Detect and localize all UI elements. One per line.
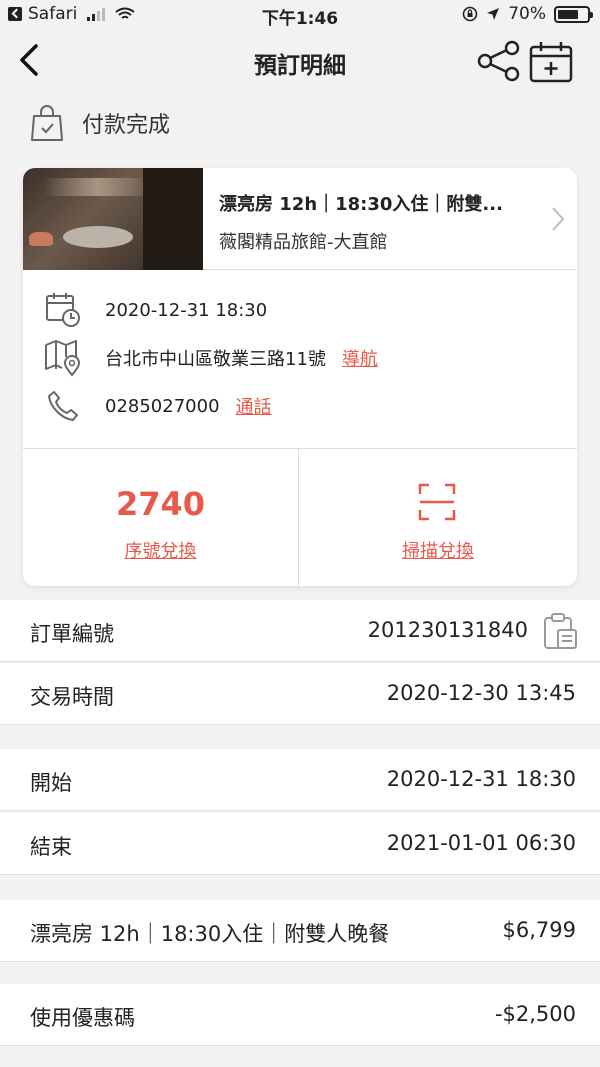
room-name: 漂亮房 12h｜18:30入住｜附雙... xyxy=(219,194,503,215)
booking-date-row: 2020-12-31 18:30 xyxy=(43,290,267,330)
item-label: 漂亮房 12h｜18:30入住｜附雙人晚餐 xyxy=(30,922,390,946)
scan-redeem-button[interactable]: 掃描兌換 xyxy=(299,537,577,563)
booking-card: 漂亮房 12h｜18:30入住｜附雙... 薇閣精品旅館-大直館 2020-12… xyxy=(23,168,577,586)
share-button[interactable] xyxy=(476,40,522,82)
battery-fill xyxy=(558,9,578,19)
navigate-link[interactable]: 導航 xyxy=(342,345,378,371)
start-row: 開始 2020-12-31 18:30 xyxy=(0,749,600,811)
location-icon xyxy=(487,8,500,20)
item-row: 漂亮房 12h｜18:30入住｜附雙人晚餐 $6,799 xyxy=(0,900,600,962)
coupon-label: 使用優惠碼 xyxy=(30,1006,135,1030)
scan-icon[interactable] xyxy=(418,483,456,521)
room-photo xyxy=(23,168,203,270)
actions-divider xyxy=(298,449,299,586)
rotation-lock-icon xyxy=(462,6,478,22)
phone-number: 0285027000 xyxy=(105,395,220,417)
hotel-name: 薇閣精品旅館-大直館 xyxy=(219,232,388,253)
chevron-right-icon[interactable] xyxy=(551,206,565,232)
map-pin-icon xyxy=(43,338,83,378)
calendar-clock-icon xyxy=(43,290,83,330)
start-value: 2020-12-31 18:30 xyxy=(386,767,576,791)
coupon-row: 使用優惠碼 -$2,500 xyxy=(0,984,600,1046)
code-redeem-button[interactable]: 序號兌換 xyxy=(23,537,298,563)
coupon-value: -$2,500 xyxy=(494,1002,576,1026)
shopping-bag-check-icon xyxy=(31,105,63,141)
phone-row: 0285027000 通話 xyxy=(43,386,272,426)
add-to-calendar-button[interactable] xyxy=(528,40,574,84)
order-number-row: 訂單編號 201230131840 xyxy=(0,600,600,662)
end-value: 2021-01-01 06:30 xyxy=(386,831,576,855)
trade-time-label: 交易時間 xyxy=(30,685,114,709)
payment-status-label: 付款完成 xyxy=(82,113,171,138)
nav-bar: 預訂明細 xyxy=(0,30,600,92)
trade-time-row: 交易時間 2020-12-30 13:45 xyxy=(0,663,600,725)
item-price: $6,799 xyxy=(502,918,576,942)
end-label: 結束 xyxy=(30,835,72,859)
booking-date: 2020-12-31 18:30 xyxy=(105,299,268,321)
address-row: 台北市中山區敬業三路11號 導航 xyxy=(43,338,378,378)
trade-time-value: 2020-12-30 13:45 xyxy=(386,681,576,705)
phone-icon xyxy=(43,386,83,426)
start-label: 開始 xyxy=(30,771,72,795)
order-number-label: 訂單編號 xyxy=(30,622,114,646)
room-summary[interactable]: 漂亮房 12h｜18:30入住｜附雙... 薇閣精品旅館-大直館 xyxy=(23,168,577,270)
redeem-actions: 2740 序號兌換 掃描兌換 xyxy=(23,448,577,586)
status-bar: Safari 下午1:46 70% xyxy=(0,0,600,30)
copy-clipboard-icon[interactable] xyxy=(542,612,578,650)
address: 台北市中山區敬業三路11號 xyxy=(105,349,326,370)
battery-percent: 70% xyxy=(508,4,546,24)
call-link[interactable]: 通話 xyxy=(236,393,272,419)
order-number-value: 201230131840 xyxy=(367,618,528,642)
end-row: 結束 2021-01-01 06:30 xyxy=(0,813,600,875)
status-right: 70% xyxy=(462,4,593,24)
redeem-code: 2740 xyxy=(115,485,206,523)
payment-status: 付款完成 xyxy=(30,104,170,142)
battery-icon xyxy=(554,5,593,23)
